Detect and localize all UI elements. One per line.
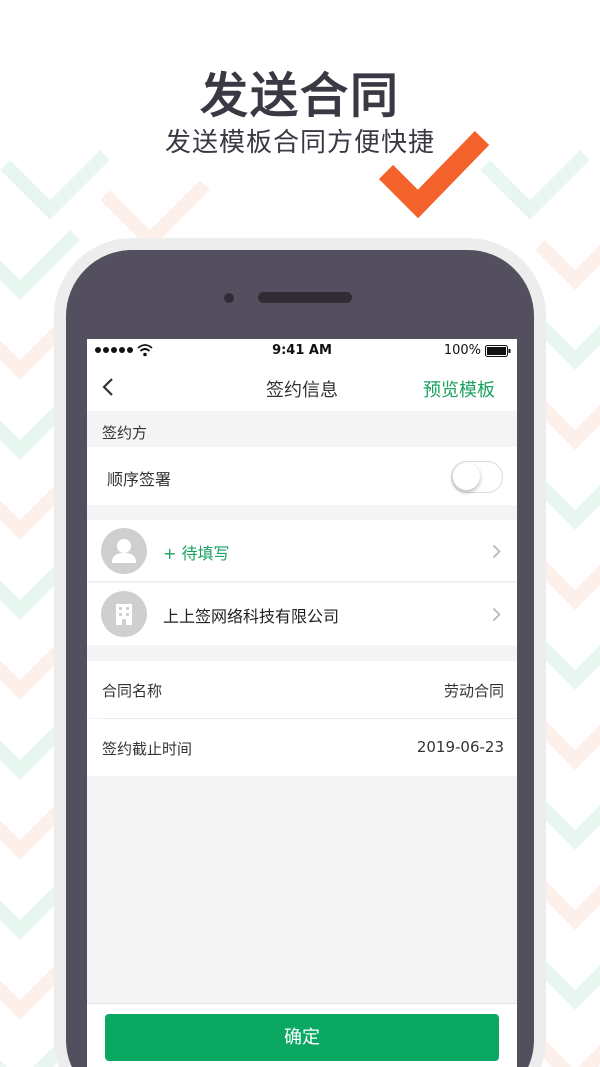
phone-camera xyxy=(224,293,234,303)
signing-deadline-value: 2019-06-23 xyxy=(416,738,504,756)
signer-row-company[interactable]: 上上签网络科技有限公司 xyxy=(87,583,517,645)
person-avatar-icon xyxy=(101,528,147,574)
signing-deadline-row[interactable]: 签约截止时间 2019-06-23 xyxy=(87,719,517,776)
checkmark-icon xyxy=(378,131,490,218)
signing-deadline-label: 签约截止时间 xyxy=(102,740,193,758)
sequential-signing-row: 顺序签署 xyxy=(87,447,517,505)
navigation-bar: 签约信息 预览模板 xyxy=(87,363,517,411)
contract-name-label: 合同名称 xyxy=(102,682,163,700)
signer-label: + 待填写 xyxy=(163,544,230,563)
preview-template-link[interactable]: 预览模板 xyxy=(423,376,495,402)
confirm-button[interactable]: 确定 xyxy=(105,1014,499,1061)
chevron-right-icon xyxy=(492,607,501,622)
building-icon xyxy=(101,591,147,637)
sequential-signing-toggle[interactable] xyxy=(451,461,503,493)
chevron-right-icon xyxy=(492,544,501,559)
promo-title: 发送合同 xyxy=(199,68,400,124)
battery-percentage: 100% xyxy=(443,343,481,358)
promo-subtitle: 发送模板合同方便快捷 xyxy=(164,128,435,158)
company-name: 上上签网络科技有限公司 xyxy=(163,607,340,626)
phone-speaker xyxy=(258,292,352,303)
phone-screen: 9:41 AM 100% 签约信息 预览模板 签约方 顺序签署 + 待填写 上上… xyxy=(87,339,517,1067)
toggle-knob xyxy=(453,463,480,490)
sequential-signing-label: 顺序签署 xyxy=(107,470,172,489)
signer-row-pending[interactable]: + 待填写 xyxy=(87,520,517,582)
signer-section-label: 签约方 xyxy=(102,424,148,442)
bottom-action-bar: 确定 xyxy=(87,1003,517,1067)
status-bar: 9:41 AM 100% xyxy=(87,339,517,363)
contract-name-value: 劳动合同 xyxy=(443,682,504,700)
contract-name-row[interactable]: 合同名称 劳动合同 xyxy=(87,661,517,718)
battery-icon xyxy=(485,345,511,357)
